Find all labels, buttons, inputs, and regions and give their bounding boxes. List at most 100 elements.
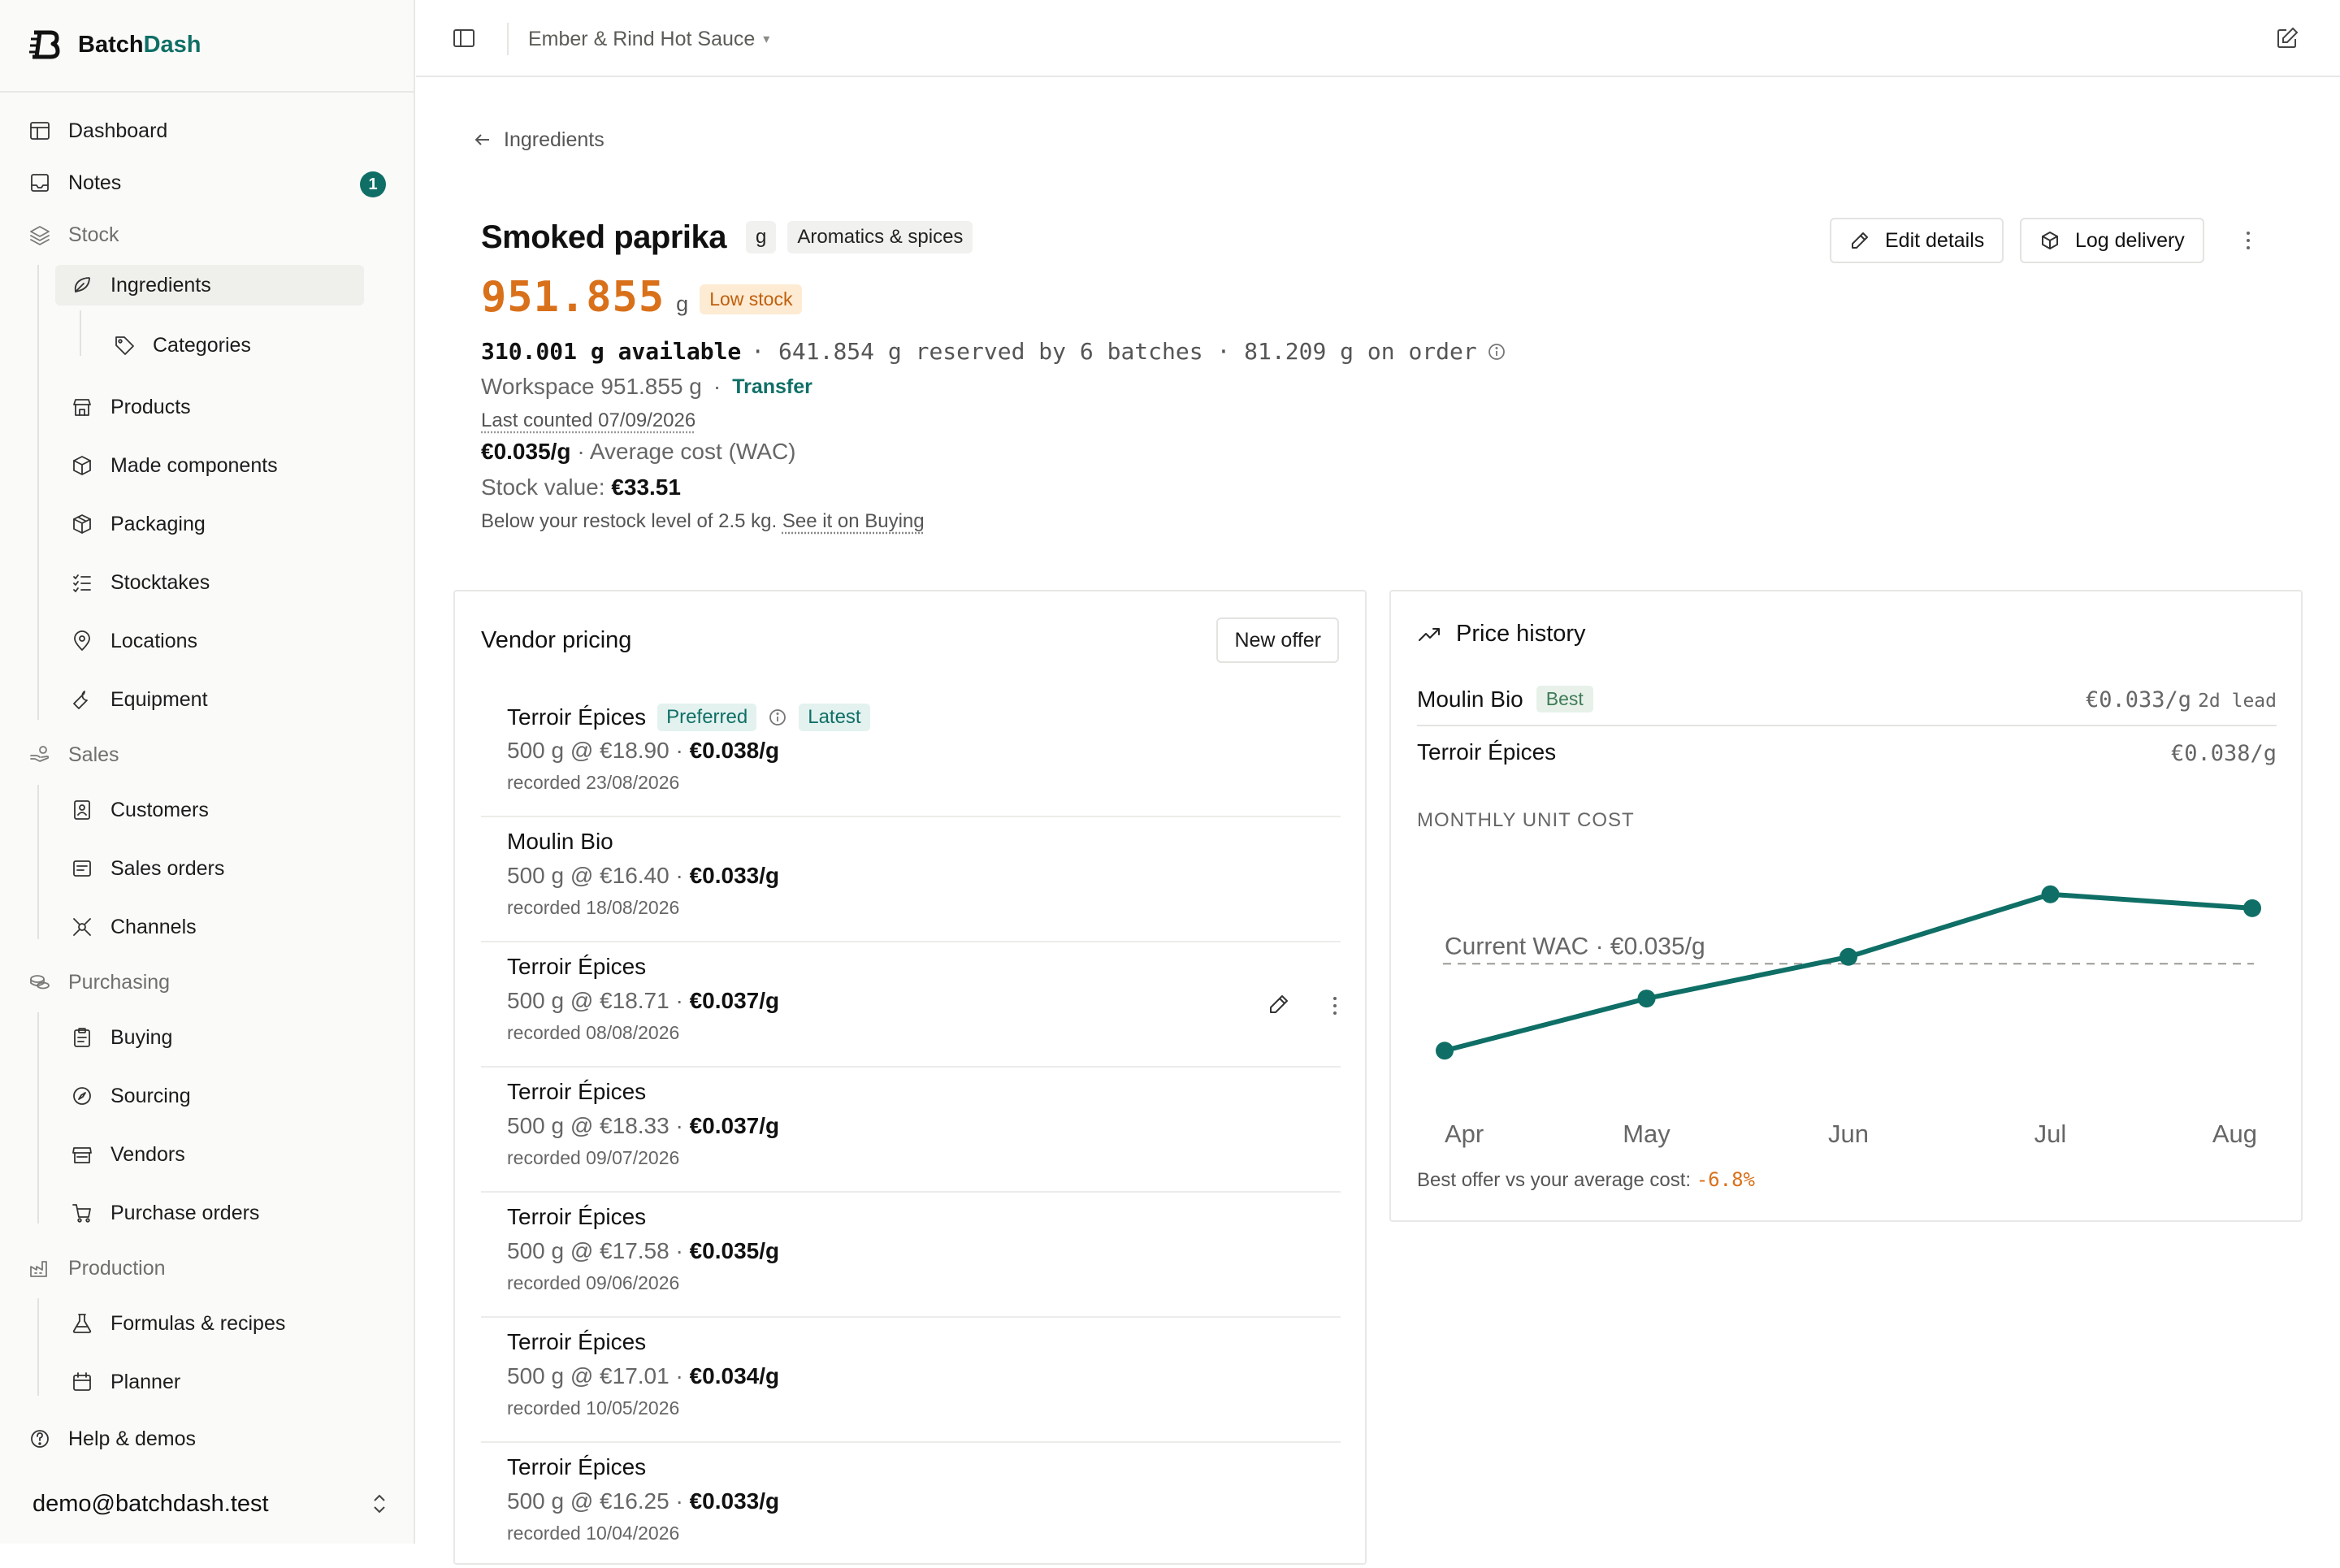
data-point [1840, 947, 1857, 966]
last-counted[interactable]: Last counted 07/09/2026 [481, 409, 696, 432]
x-tick-label: Jun [1828, 1120, 1869, 1148]
offer-row[interactable]: Terroir Épices 500 g @ €17.58 · €0.035/g… [481, 1193, 1341, 1318]
stock-value-line: Stock value: €33.51 [481, 474, 681, 500]
topbar: Ember & Rind Hot Sauce ▾ [416, 0, 2340, 77]
best-offer-delta: -6.8% [1696, 1168, 1755, 1191]
sidebar-item-help[interactable]: Help & demos [28, 1419, 196, 1459]
offer-row[interactable]: Terroir Épices 500 g @ €18.33 · €0.037/g… [481, 1068, 1341, 1193]
workspace-switcher[interactable]: Ember & Rind Hot Sauce ▾ [528, 23, 769, 55]
sidebar-item-customers[interactable]: Customers [70, 790, 209, 830]
sidebar-item-vendors[interactable]: Vendors [70, 1134, 185, 1175]
quantity-row: 951.855 g Low stock [481, 273, 803, 325]
x-tick-label: Aug [2212, 1120, 2257, 1148]
sidebar-item-products[interactable]: Products [70, 387, 191, 427]
topbar-divider [507, 23, 509, 55]
offer-row[interactable]: Terroir Épices Preferred Latest 500 g @ … [481, 692, 1341, 817]
sidebar-item-stocktakes[interactable]: Stocktakes [70, 562, 210, 603]
layers-icon [28, 223, 52, 247]
tree-line [37, 1012, 39, 1224]
edit-details-button[interactable]: Edit details [1830, 218, 2004, 263]
panel-left-icon [453, 29, 474, 47]
flask-icon [70, 1311, 94, 1336]
package-icon [70, 512, 94, 536]
sidebar-group-stock[interactable]: Stock [28, 214, 119, 255]
transfer-link[interactable]: Transfer [732, 375, 812, 399]
sidebar-item-locations[interactable]: Locations [70, 621, 197, 661]
clipboard-icon [70, 1025, 94, 1050]
arrow-left-icon [474, 134, 489, 145]
sidebar-item-buying[interactable]: Buying [70, 1017, 172, 1058]
tree-line [37, 785, 39, 939]
sidebar-group-sales[interactable]: Sales [28, 734, 119, 775]
receipt-icon [70, 856, 94, 881]
calendar-icon [70, 1370, 94, 1394]
offer-row[interactable]: Terroir Épices 500 g @ €17.01 · €0.034/g… [481, 1318, 1341, 1443]
more-actions-button[interactable] [2236, 224, 2260, 257]
sidebar-group-production[interactable]: Production [28, 1248, 166, 1289]
available-quantity: 310.001 g available [481, 338, 742, 365]
sidebar-item-made-components[interactable]: Made components [70, 445, 278, 486]
low-stock-badge: Low stock [700, 284, 803, 314]
vendor-price-row[interactable]: Terroir Épices €0.038/g [1417, 728, 2277, 780]
factory-icon [28, 1256, 52, 1280]
sidebar-item-categories[interactable]: Categories [112, 325, 251, 366]
back-to-ingredients-link[interactable]: Ingredients [473, 123, 604, 156]
checklist-icon [70, 570, 94, 595]
category-chip: Aromatics & spices [787, 221, 973, 253]
offer-row[interactable]: Moulin Bio 500 g @ €16.40 · €0.033/g rec… [481, 817, 1341, 942]
notes-count-badge: 1 [360, 171, 386, 197]
compass-icon [70, 1084, 94, 1108]
vendor-price-row[interactable]: Moulin Bio Best €0.033/g 2d lead [1417, 674, 2277, 726]
best-badge: Best [1536, 686, 1593, 713]
monthly-unit-cost-label: MONTHLY UNIT COST [1417, 809, 1635, 831]
store-icon [70, 395, 94, 419]
see-on-buying-link[interactable]: See it on Buying [782, 510, 925, 532]
latest-badge: Latest [799, 704, 870, 731]
sidebar-group-purchasing[interactable]: Purchasing [28, 962, 170, 1003]
new-offer-button[interactable]: New offer [1216, 617, 1339, 663]
x-tick-label: May [1623, 1120, 1670, 1148]
sidebar-item-packaging[interactable]: Packaging [70, 504, 206, 544]
pencil-icon [1852, 232, 1868, 249]
info-icon[interactable] [768, 708, 787, 727]
series-line [1442, 891, 2255, 1054]
storefront-icon [70, 1142, 94, 1167]
sidebar-item-channels[interactable]: Channels [70, 907, 197, 947]
info-icon[interactable] [1487, 342, 1506, 362]
sidebar-toggle-button[interactable] [452, 26, 476, 50]
log-delivery-button[interactable]: Log delivery [2020, 218, 2204, 263]
sidebar-item-dashboard[interactable]: Dashboard [28, 110, 167, 151]
sidebar-item-equipment[interactable]: Equipment [70, 679, 208, 720]
compose-button[interactable] [2275, 26, 2299, 50]
vendor-pricing-card: Vendor pricing New offer Terroir Épices … [453, 590, 1367, 1565]
x-tick-label: Jul [2034, 1120, 2067, 1148]
sidebar-item-planner[interactable]: Planner [70, 1362, 180, 1402]
monthly-unit-cost-chart: Current WAC · €0.035/g Apr May Jun Jul Aug [1436, 885, 2261, 1148]
dashboard-icon [28, 119, 52, 143]
brand-name: BatchDash [78, 31, 202, 58]
inbox-icon [28, 171, 52, 195]
data-point [1436, 1042, 1454, 1060]
offer-row[interactable]: Terroir Épices 500 g @ €18.71 · €0.037/g… [481, 942, 1341, 1068]
map-pin-icon [70, 629, 94, 653]
data-point [2243, 899, 2261, 917]
offer-more-button[interactable] [1323, 990, 1347, 1022]
hand-coins-icon [28, 743, 52, 767]
trending-up-icon [1419, 627, 1440, 641]
tree-line [80, 310, 81, 356]
user-menu[interactable]: demo@batchdash.test [32, 1484, 390, 1524]
sidebar-item-sales-orders[interactable]: Sales orders [70, 848, 224, 889]
sidebar-item-purchase-orders[interactable]: Purchase orders [70, 1193, 259, 1233]
edit-offer-button[interactable] [1268, 993, 1290, 1016]
x-tick-label: Apr [1445, 1120, 1484, 1148]
restock-warning: Below your restock level of 2.5 kg. See … [481, 510, 925, 532]
offer-row[interactable]: Terroir Épices 500 g @ €16.25 · €0.033/g… [481, 1443, 1341, 1568]
brand[interactable]: BatchDash [28, 24, 202, 65]
tree-line [37, 265, 39, 720]
sidebar-item-sourcing[interactable]: Sourcing [70, 1076, 191, 1116]
sidebar-item-formulas[interactable]: Formulas & recipes [70, 1303, 285, 1344]
ingredient-icon [70, 273, 94, 297]
sidebar-item-ingredients[interactable]: Ingredients [55, 265, 364, 305]
data-point [1637, 990, 1656, 1008]
sidebar-item-notes[interactable]: Notes [28, 162, 121, 203]
